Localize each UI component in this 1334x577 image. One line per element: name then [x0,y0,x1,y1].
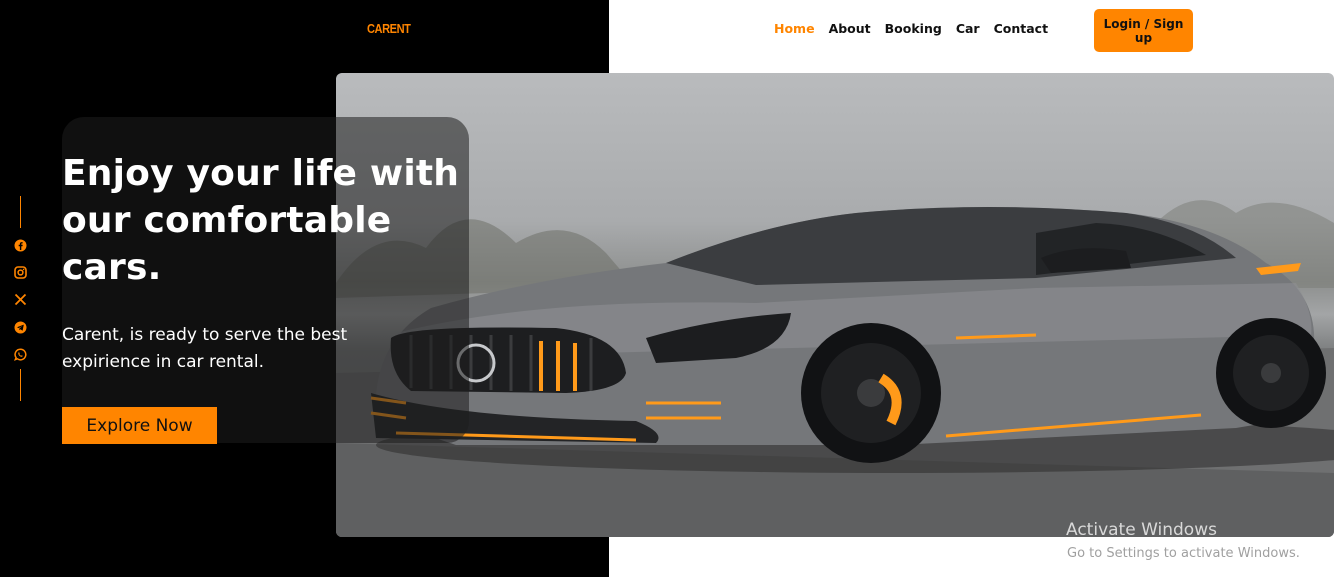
login-signup-button[interactable]: Login / Sign up [1094,9,1193,52]
nav-link-car[interactable]: Car [956,21,980,36]
windows-watermark-subtitle: Go to Settings to activate Windows. [1067,546,1300,561]
hero-car-image [336,73,1334,537]
brand-logo[interactable]: CARENT [367,21,411,36]
nav-link-booking[interactable]: Booking [885,21,942,36]
car-illustration [336,200,1334,537]
hero-subtext: Carent, is ready to serve the best expir… [62,325,348,372]
whatsapp-icon[interactable] [14,348,27,361]
explore-now-button[interactable]: Explore Now [62,407,217,444]
windows-watermark-title: Activate Windows [1066,520,1217,537]
facebook-icon[interactable] [14,239,27,252]
social-divider-top [20,196,21,228]
main-nav: Home About Booking Car Contact [774,21,1048,36]
social-divider-bottom [20,369,21,401]
telegram-icon[interactable] [14,321,27,334]
x-icon[interactable] [14,293,27,306]
nav-link-about[interactable]: About [829,21,871,36]
nav-link-home[interactable]: Home [774,21,815,36]
hero-headline: Enjoy your life with our comfortable car… [62,153,460,288]
instagram-icon[interactable] [14,266,27,279]
nav-link-contact[interactable]: Contact [994,21,1048,36]
